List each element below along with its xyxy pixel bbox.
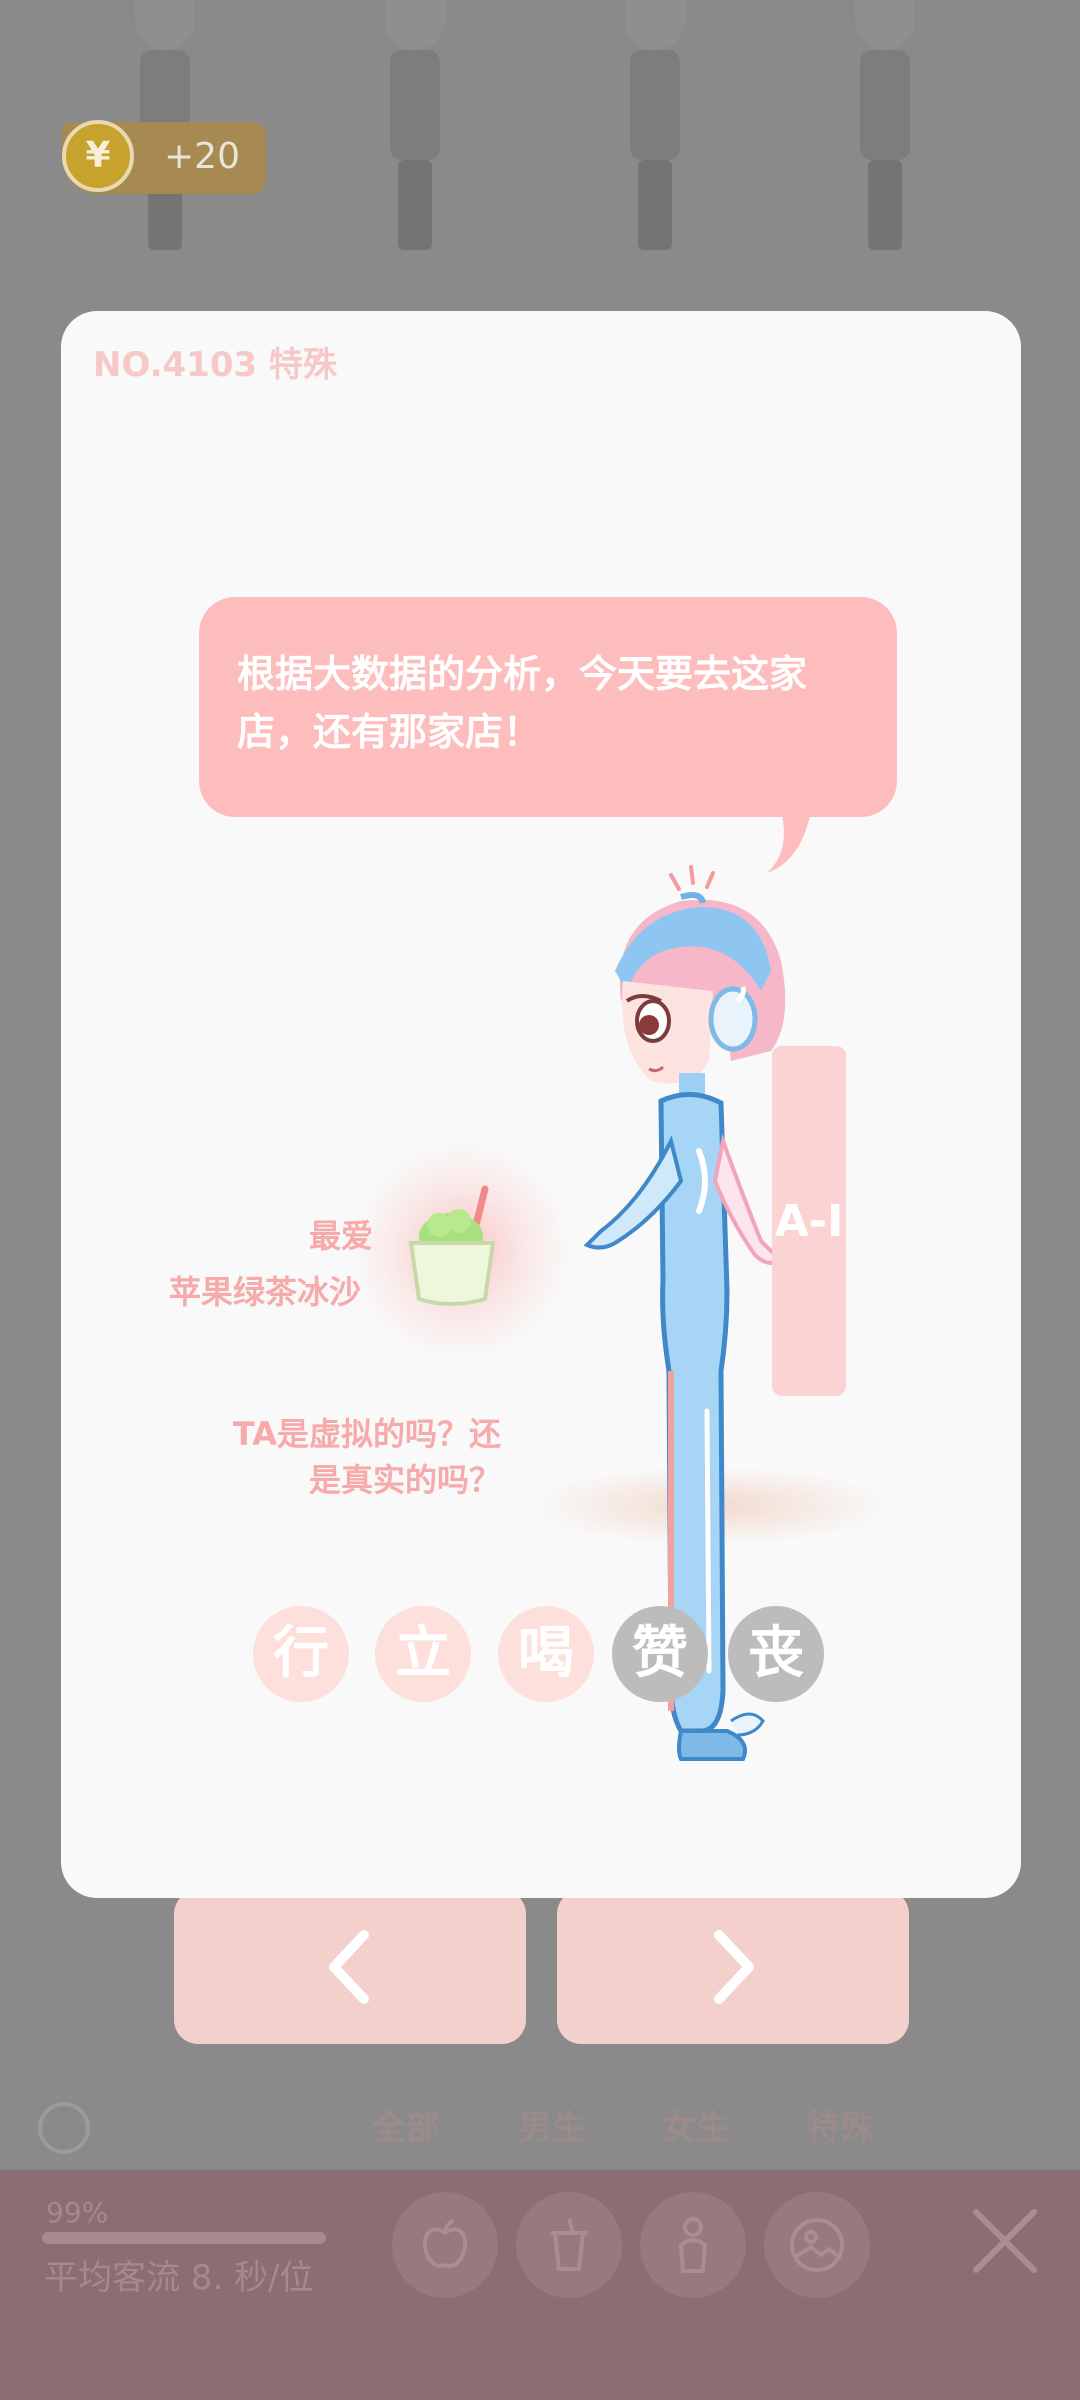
background-customer bbox=[360, 0, 470, 250]
customer-flow-progress bbox=[42, 2232, 326, 2244]
coin-delta: +20 bbox=[164, 136, 240, 177]
speech-bubble: 根据大数据的分析，今天要去这家店，还有那家店！ bbox=[199, 597, 897, 817]
cup-button[interactable] bbox=[516, 2192, 622, 2298]
prev-button[interactable] bbox=[174, 1890, 526, 2044]
speech-text: 根据大数据的分析，今天要去这家店，还有那家店！ bbox=[237, 652, 808, 754]
cup-icon bbox=[551, 2218, 587, 2271]
tab-all[interactable]: 全部 bbox=[372, 2100, 440, 2149]
tab-female[interactable]: 女生 bbox=[662, 2100, 730, 2149]
customer-flow-percent: 99% bbox=[46, 2196, 109, 2229]
type-tag: A-I bbox=[772, 1046, 846, 1396]
chevron-left-icon bbox=[329, 1930, 369, 2004]
action-sad[interactable]: 丧 bbox=[728, 1606, 824, 1702]
apple-icon bbox=[422, 2219, 468, 2268]
action-buttons: 行 立 喝 赞 丧 bbox=[61, 1606, 1021, 1702]
question-line-1: TA是虚拟的吗？还 bbox=[232, 1415, 501, 1453]
customer-flow-label: 平均客流 8. 秒/位 bbox=[44, 2258, 314, 2298]
yen-coin-icon: ¥ bbox=[62, 120, 134, 192]
background-customer bbox=[830, 0, 940, 250]
action-walk[interactable]: 行 bbox=[253, 1606, 349, 1702]
person-button[interactable] bbox=[640, 2192, 746, 2298]
close-icon[interactable] bbox=[970, 2206, 1040, 2276]
character-card: NO.4103 特殊 根据大数据的分析，今天要去这家店，还有那家店！ 最爱 苹果… bbox=[61, 311, 1021, 1898]
bottom-toolbar: 99% 平均客流 8. 秒/位 bbox=[0, 2170, 1080, 2400]
person-icon bbox=[678, 2217, 708, 2273]
filter-tabs: 全部 男生 女生 特殊 bbox=[0, 2100, 1080, 2150]
tab-male[interactable]: 男生 bbox=[518, 2100, 586, 2149]
tab-special[interactable]: 特殊 bbox=[806, 2100, 874, 2149]
action-drink[interactable]: 喝 bbox=[498, 1606, 594, 1702]
action-stand[interactable]: 立 bbox=[375, 1606, 471, 1702]
chevron-right-icon bbox=[714, 1930, 754, 2004]
next-button[interactable] bbox=[557, 1890, 909, 2044]
photo-icon bbox=[790, 2218, 844, 2272]
character-question: TA是虚拟的吗？还 是真实的吗？ bbox=[181, 1411, 501, 1503]
green-tea-slush-icon bbox=[408, 1185, 496, 1306]
card-number: NO.4103 特殊 bbox=[93, 345, 337, 385]
favorite-item-name: 苹果绿茶冰沙 bbox=[169, 1273, 362, 1311]
question-line-2: 是真实的吗？ bbox=[308, 1461, 501, 1499]
background-customer bbox=[600, 0, 710, 250]
coin-reward-badge: ¥ +20 bbox=[62, 120, 266, 194]
apple-button[interactable] bbox=[392, 2192, 498, 2298]
favorite-label: 最爱 bbox=[309, 1217, 374, 1255]
photo-button[interactable] bbox=[764, 2192, 870, 2298]
action-like[interactable]: 赞 bbox=[612, 1606, 708, 1702]
